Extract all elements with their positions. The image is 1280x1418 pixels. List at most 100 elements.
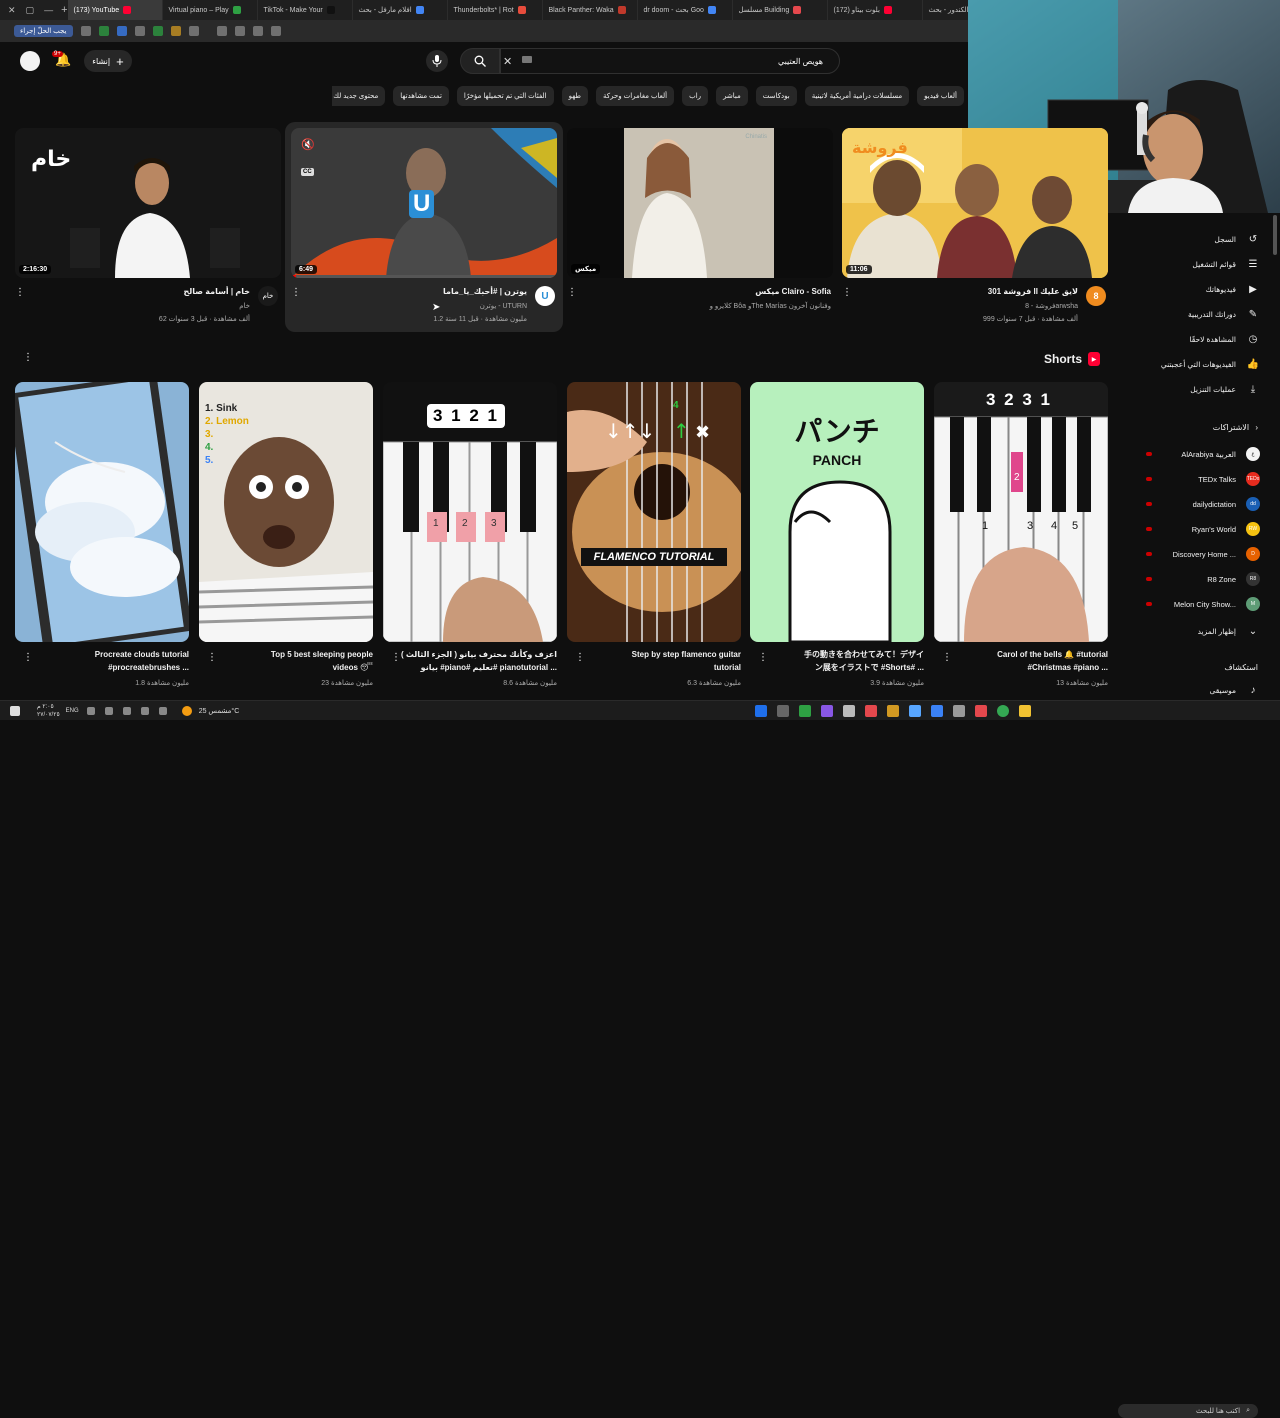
browser-tab[interactable]: Black Panther: Waka (543, 0, 638, 20)
short-5-thumbnail[interactable]: パンチ PANCH (750, 382, 924, 642)
show-more-button[interactable]: إظهار المزيد ⌄ (1128, 620, 1260, 642)
progress-bar[interactable] (291, 275, 557, 278)
extension-whatsapp-icon[interactable] (152, 26, 163, 36)
browser-tab[interactable]: Thunderbolts* | Rot (448, 0, 543, 20)
video-4-menu-icon[interactable]: ⋮ (842, 288, 852, 298)
video-3-channel[interactable]: كلايرو و Bôa وThe Marías وفنانون آخرون (710, 302, 831, 310)
video-4-channel-avatar[interactable]: 8 (1086, 286, 1106, 306)
video-2-menu-icon[interactable]: ⋮ (291, 288, 301, 298)
app-icon[interactable] (931, 705, 943, 717)
clear-search-icon[interactable]: ✕ (503, 55, 512, 68)
short-menu-icon[interactable]: ⋮ (758, 653, 768, 663)
chip[interactable]: ألعاب مغامرات وحركة (596, 86, 675, 106)
shorts-section-menu-icon[interactable]: ⋮ (23, 353, 33, 363)
sidebar-item[interactable]: دوراتك التدريبية ✎ (1128, 303, 1260, 325)
minimize-window-icon[interactable]: — (44, 5, 53, 16)
chrome-icon[interactable] (997, 705, 1009, 717)
voice-search-icon[interactable] (426, 50, 448, 72)
subscription-item[interactable]: Ryan's World RW (1128, 518, 1260, 540)
short-2-thumbnail[interactable]: 1. Sink 2. Lemon 3. 4. 5. (199, 382, 373, 642)
mute-icon[interactable]: 🔇 (301, 138, 315, 151)
sun-icon[interactable] (181, 705, 192, 716)
app-icon[interactable] (777, 705, 789, 717)
chip[interactable]: مسلسلات درامية أمريكية لاتينية (804, 86, 910, 106)
browser-tab[interactable]: (173) YouTube (67, 0, 163, 20)
subscription-item[interactable]: R8 Zone R8 (1128, 568, 1260, 590)
language-indicator[interactable]: ENG (66, 708, 79, 714)
sidebar-item[interactable]: عمليات التنزيل ⤓ (1128, 378, 1260, 400)
short-3-thumbnail[interactable]: 3 1 2 1 1 2 3 (383, 382, 557, 642)
video-thumbnail[interactable]: خام 2:16:30 (15, 128, 281, 278)
subscription-item[interactable]: TEDx Talks TEDx (1128, 468, 1260, 490)
short-1-thumbnail[interactable] (15, 382, 189, 642)
sidebar-item[interactable]: الفيديوهات التي أعجبتني 👍 (1128, 353, 1260, 375)
chip[interactable]: ألعاب فيديو (917, 86, 964, 106)
short-menu-icon[interactable]: ⋮ (207, 653, 217, 663)
chip[interactable]: راب (682, 86, 709, 106)
short-title[interactable]: Step by step flamenco guitar tutorial (632, 648, 741, 674)
video-2-channel[interactable]: يوترن - UTURN (480, 302, 527, 310)
sidebar-item-music[interactable]: موسيقى ♪ (1128, 679, 1260, 701)
close-window-icon[interactable]: ✕ (8, 5, 16, 16)
video-2-title[interactable]: يوترن | #أحبك_يا_ماما (443, 287, 527, 296)
short-title[interactable]: Top 5 best sleeping people videos 😴 (271, 648, 373, 674)
search-input[interactable] (573, 56, 823, 66)
app-icon[interactable] (953, 705, 965, 717)
taskbar-search-box[interactable]: اكتب هنا للبحث ⌕ (1118, 1404, 1258, 1418)
chip[interactable]: طهو (561, 86, 588, 106)
app-icon[interactable] (799, 705, 811, 717)
short-title[interactable]: Procreate clouds tutorial #procreatebrush… (95, 648, 189, 674)
tray-icon[interactable] (122, 706, 131, 715)
app-icon[interactable] (843, 705, 855, 717)
extension-d-icon[interactable] (188, 26, 199, 36)
maximize-window-icon[interactable]: ▢ (26, 5, 35, 16)
video-1-channel[interactable]: خام (239, 302, 250, 310)
browser-tab[interactable]: الكندور - بحث Google (923, 0, 969, 20)
app-icon[interactable] (755, 705, 767, 717)
video-thumbnail[interactable]: Chinatis ميكس (567, 128, 833, 278)
chip[interactable]: مباشر (716, 86, 748, 106)
short-title[interactable]: Carol of the bells 🔔 #tutorial #Christmas… (997, 648, 1108, 674)
tray-icon[interactable] (104, 706, 113, 715)
subscriptions-heading[interactable]: الاشتراكات › (1128, 423, 1258, 432)
video-thumbnail[interactable]: U 🔇 CC 6:49 (291, 128, 557, 278)
sidebar-item[interactable]: السجل ↺ (1128, 228, 1260, 250)
subscription-item[interactable]: Melon City Show... M (1128, 593, 1260, 615)
captions-icon[interactable]: CC (301, 168, 314, 176)
app-icon[interactable] (821, 705, 833, 717)
keyboard-icon[interactable] (522, 56, 532, 63)
folder-icon[interactable] (1019, 705, 1031, 717)
chip[interactable]: تمت مشاهدتها (393, 86, 449, 106)
browser-tab[interactable]: افلام مارفل - بحث (353, 0, 448, 20)
tray-icon[interactable] (86, 706, 95, 715)
extension-yellow-icon[interactable] (170, 26, 181, 36)
short-menu-icon[interactable]: ⋮ (23, 653, 33, 663)
browser-tab[interactable]: dr doom - بحث Goo (638, 0, 733, 20)
sidebar-scrollbar[interactable] (1273, 215, 1277, 255)
extension-blue-icon[interactable] (116, 26, 127, 36)
chip[interactable]: الفئات التي تم تحميلها مؤخرًا (456, 86, 554, 106)
short-6-thumbnail[interactable]: 3 2 3 1 2 1 3 4 5 (934, 382, 1108, 642)
short-4-thumbnail[interactable]: ↓↑↓ ✖ ↑ 4 FLAMENCO TUTORIAL (567, 382, 741, 642)
browser-tab[interactable]: (172) بلوت بيتاو (828, 0, 923, 20)
short-menu-icon[interactable]: ⋮ (942, 653, 952, 663)
app-icon[interactable] (887, 705, 899, 717)
video-3-menu-icon[interactable]: ⋮ (567, 288, 577, 298)
extension-button[interactable]: يجب الحلّ إجراء (14, 25, 73, 37)
subscription-item[interactable]: dailydictation dd (1128, 493, 1260, 515)
account-avatar[interactable] (20, 51, 40, 71)
create-button[interactable]: إنشاء + (84, 50, 132, 72)
puzzle-icon[interactable] (80, 26, 91, 36)
video-2-channel-avatar[interactable]: U (535, 286, 555, 306)
subscription-item[interactable]: AlArabiya العربية ع (1128, 443, 1260, 465)
browser-tab[interactable]: TikTok - Make Your (258, 0, 353, 20)
chip[interactable]: بودكاست (755, 86, 797, 106)
short-title[interactable]: 手の動きを合わせてみて！デザイ ン展をイラストで #Shorts# ... (804, 648, 924, 674)
sidebar-item[interactable]: فيديوهاتك ▶ (1128, 278, 1260, 300)
extension-grey-icon[interactable] (134, 26, 145, 36)
video-1-menu-icon[interactable]: ⋮ (15, 288, 25, 298)
bookmark-star-icon[interactable] (216, 26, 227, 36)
short-title[interactable]: اعزف وكأنك محترف بيانو ( الجزء الثالث ) ب… (401, 648, 557, 674)
start-icon[interactable] (10, 705, 20, 716)
tray-icon[interactable] (158, 706, 167, 715)
